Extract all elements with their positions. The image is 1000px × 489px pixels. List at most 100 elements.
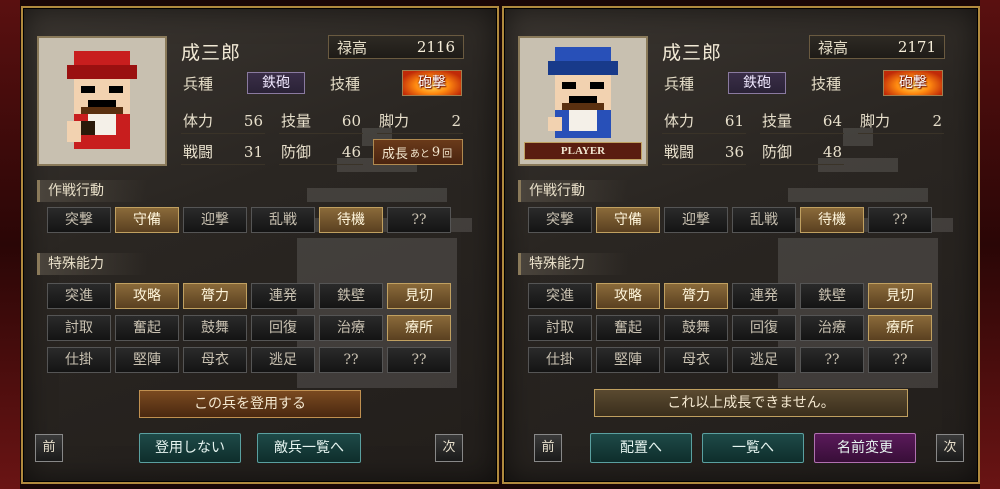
income-box: 禄高 2171 (809, 35, 945, 59)
stat-label: 技量 (281, 112, 312, 130)
ability-chip[interactable]: ?? (800, 347, 864, 373)
ability-chip[interactable]: 逃足 (732, 347, 796, 373)
prev-button[interactable]: 前 (35, 434, 63, 462)
ability-chip[interactable]: 鼓舞 (664, 315, 728, 341)
ability-chip[interactable]: 鉄壁 (800, 283, 864, 309)
ability-chip[interactable]: 堅陣 (115, 347, 179, 373)
troop-label: 兵種 (183, 74, 214, 93)
tactic-chip[interactable]: 迎撃 (664, 207, 728, 233)
ability-chip[interactable]: 連発 (732, 283, 796, 309)
ability-chip[interactable]: ?? (319, 347, 383, 373)
skill-value: 砲撃 (883, 70, 943, 96)
tactic-chip[interactable]: 乱戦 (251, 207, 315, 233)
troop-value: 鉄砲 (247, 72, 305, 94)
tactic-chip[interactable]: 乱戦 (732, 207, 796, 233)
stat-label: 脚力 (379, 112, 410, 130)
stat-value: 46 (341, 142, 361, 161)
troop-label: 兵種 (664, 74, 695, 93)
ability-chip[interactable]: 鼓舞 (183, 315, 247, 341)
troop-type: 兵種 鉄砲 (181, 70, 307, 96)
skill-type: 技種 砲撃 (809, 70, 945, 96)
tactics-title: 作戦行動 (518, 180, 628, 202)
ability-chip[interactable]: 仕掛 (528, 347, 592, 373)
growth-label: 成長 (381, 146, 408, 162)
troop-value: 鉄砲 (728, 72, 786, 94)
tactic-chip[interactable]: 迎撃 (183, 207, 247, 233)
tactic-chip[interactable]: 待機 (800, 207, 864, 233)
stat-value: 64 (822, 111, 842, 130)
ability-chip[interactable]: 膂力 (664, 283, 728, 309)
max-growth-message: これ以上成長できません。 (594, 389, 908, 417)
unit-name: 成三郎 (181, 42, 242, 64)
ability-chip[interactable]: 鉄壁 (319, 283, 383, 309)
skill-value: 砲撃 (402, 70, 462, 96)
ability-chip[interactable]: 堅陣 (596, 347, 660, 373)
next-button[interactable]: 次 (936, 434, 964, 462)
stat-value: 2 (451, 111, 461, 130)
tactic-chip[interactable]: 突撃 (528, 207, 592, 233)
stat-value: 36 (724, 142, 744, 161)
ability-chip[interactable]: 療所 (868, 315, 932, 341)
ability-chip[interactable]: 治療 (319, 315, 383, 341)
income-value: 2171 (897, 38, 936, 56)
ability-chip[interactable]: 奮起 (596, 315, 660, 341)
soldier-sprite-icon (548, 47, 618, 138)
ability-chip[interactable]: 攻略 (596, 283, 660, 309)
stat-row: 体力 56 (181, 108, 265, 134)
stat-row: 脚力 2 (377, 108, 463, 134)
ability-chip[interactable]: 奮起 (115, 315, 179, 341)
ability-chip[interactable]: 討取 (528, 315, 592, 341)
ability-chip[interactable]: ?? (868, 347, 932, 373)
stat-value: 48 (822, 142, 842, 161)
next-button[interactable]: 次 (435, 434, 463, 462)
income-label: 禄高 (818, 38, 849, 57)
stat-row: 技量 60 (279, 108, 363, 134)
stat-value: 61 (724, 111, 744, 130)
stat-label: 防御 (762, 143, 793, 161)
ability-chip[interactable]: 攻略 (115, 283, 179, 309)
tactic-chip[interactable]: 守備 (596, 207, 660, 233)
ability-chip[interactable]: 回復 (251, 315, 315, 341)
ability-chip[interactable]: 療所 (387, 315, 451, 341)
income-box: 禄高 2116 (328, 35, 464, 59)
tactic-chip[interactable]: ?? (868, 207, 932, 233)
ability-chip[interactable]: 膂力 (183, 283, 247, 309)
tactic-chip[interactable]: ?? (387, 207, 451, 233)
ability-chip[interactable]: 治療 (800, 315, 864, 341)
soldier-sprite-icon (67, 51, 137, 149)
ability-chip[interactable]: 連発 (251, 283, 315, 309)
ability-chip[interactable]: 仕掛 (47, 347, 111, 373)
income-label: 禄高 (337, 38, 368, 57)
tactics-title: 作戦行動 (37, 180, 147, 202)
list-button[interactable]: 一覧へ (702, 433, 804, 463)
stat-row: 技量 64 (760, 108, 844, 134)
decline-button[interactable]: 登用しない (139, 433, 241, 463)
stat-value: 31 (243, 142, 263, 161)
enemy-list-button[interactable]: 敵兵一覧へ (257, 433, 361, 463)
ability-chip[interactable]: 討取 (47, 315, 111, 341)
stat-label: 体力 (183, 112, 214, 130)
ability-chip[interactable]: 母衣 (183, 347, 247, 373)
recruit-button[interactable]: この兵を登用する (139, 390, 361, 418)
ability-chip[interactable]: 逃足 (251, 347, 315, 373)
unit-name: 成三郎 (662, 42, 723, 64)
stat-label: 技量 (762, 112, 793, 130)
tactic-chip[interactable]: 待機 (319, 207, 383, 233)
ability-chip[interactable]: 見切 (868, 283, 932, 309)
rename-button[interactable]: 名前変更 (814, 433, 916, 463)
tactic-chip[interactable]: 突撃 (47, 207, 111, 233)
unit-panel-recruit: 成三郎 禄高 2116 兵種 鉄砲 技種 砲撃 体力 56 技量 60 脚力 2 戦闘 31 … (21, 6, 499, 484)
ability-chip[interactable]: 見切 (387, 283, 451, 309)
ability-chip[interactable]: 回復 (732, 315, 796, 341)
stat-row: 防御 46 (279, 139, 363, 165)
ability-chip[interactable]: ?? (387, 347, 451, 373)
skill-type: 技種 砲撃 (328, 70, 464, 96)
ability-chip[interactable]: 突進 (47, 283, 111, 309)
tactic-chip[interactable]: 守備 (115, 207, 179, 233)
stat-label: 体力 (664, 112, 695, 130)
stat-row: 脚力 2 (858, 108, 944, 134)
prev-button[interactable]: 前 (534, 434, 562, 462)
ability-chip[interactable]: 母衣 (664, 347, 728, 373)
deploy-button[interactable]: 配置へ (590, 433, 692, 463)
ability-chip[interactable]: 突進 (528, 283, 592, 309)
